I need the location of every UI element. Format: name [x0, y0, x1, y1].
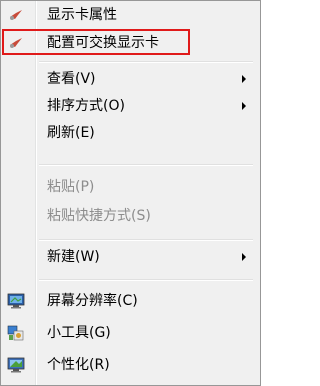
menu-item-sort-by[interactable]: 排序方式(O)	[1, 94, 260, 118]
menu-item-label: 粘贴(P)	[47, 179, 95, 195]
menu-item-label: 新建(W)	[47, 249, 100, 265]
submenu-arrow-icon	[242, 253, 246, 261]
submenu-arrow-icon	[242, 75, 246, 83]
menu-item-screen-resolution[interactable]: 屏幕分辨率(C)	[1, 289, 260, 313]
menu-item-label: 排序方式(O)	[47, 98, 125, 114]
menu-item-paste-shortcut: 粘贴快捷方式(S)	[1, 204, 260, 228]
menu-item-graphics-properties[interactable]: 显示卡属性	[1, 3, 260, 27]
menu-item-gadgets[interactable]: 小工具(G)	[1, 321, 260, 345]
menu-item-label: 显示卡属性	[47, 7, 117, 23]
menu-item-label: 屏幕分辨率(C)	[47, 293, 138, 309]
menu-separator	[39, 61, 253, 63]
menu-separator	[39, 164, 253, 166]
menu-item-label: 个性化(R)	[47, 357, 110, 373]
menu-item-label: 小工具(G)	[47, 325, 111, 341]
menu-separator	[39, 239, 253, 241]
menu-item-label: 粘贴快捷方式(S)	[47, 208, 151, 224]
menu-item-view[interactable]: 查看(V)	[1, 67, 260, 91]
highlight-box	[2, 29, 190, 55]
personalize-icon	[7, 357, 25, 373]
menu-item-refresh[interactable]: 刷新(E)	[1, 121, 260, 145]
menu-item-label: 刷新(E)	[47, 125, 95, 141]
screen-resolution-icon	[7, 293, 25, 309]
menu-item-new[interactable]: 新建(W)	[1, 245, 260, 269]
gadgets-icon	[7, 325, 24, 341]
menu-item-label: 查看(V)	[47, 71, 96, 87]
menu-item-personalize[interactable]: 个性化(R)	[1, 353, 260, 377]
menu-item-paste: 粘贴(P)	[1, 175, 260, 199]
menu-separator	[39, 279, 253, 281]
context-menu: 显示卡属性 配置可交换显示卡 查看(V) 排序方式(O) 刷新(E) 粘贴(P)…	[0, 0, 261, 386]
graphics-properties-icon	[10, 10, 22, 20]
submenu-arrow-icon	[242, 102, 246, 110]
